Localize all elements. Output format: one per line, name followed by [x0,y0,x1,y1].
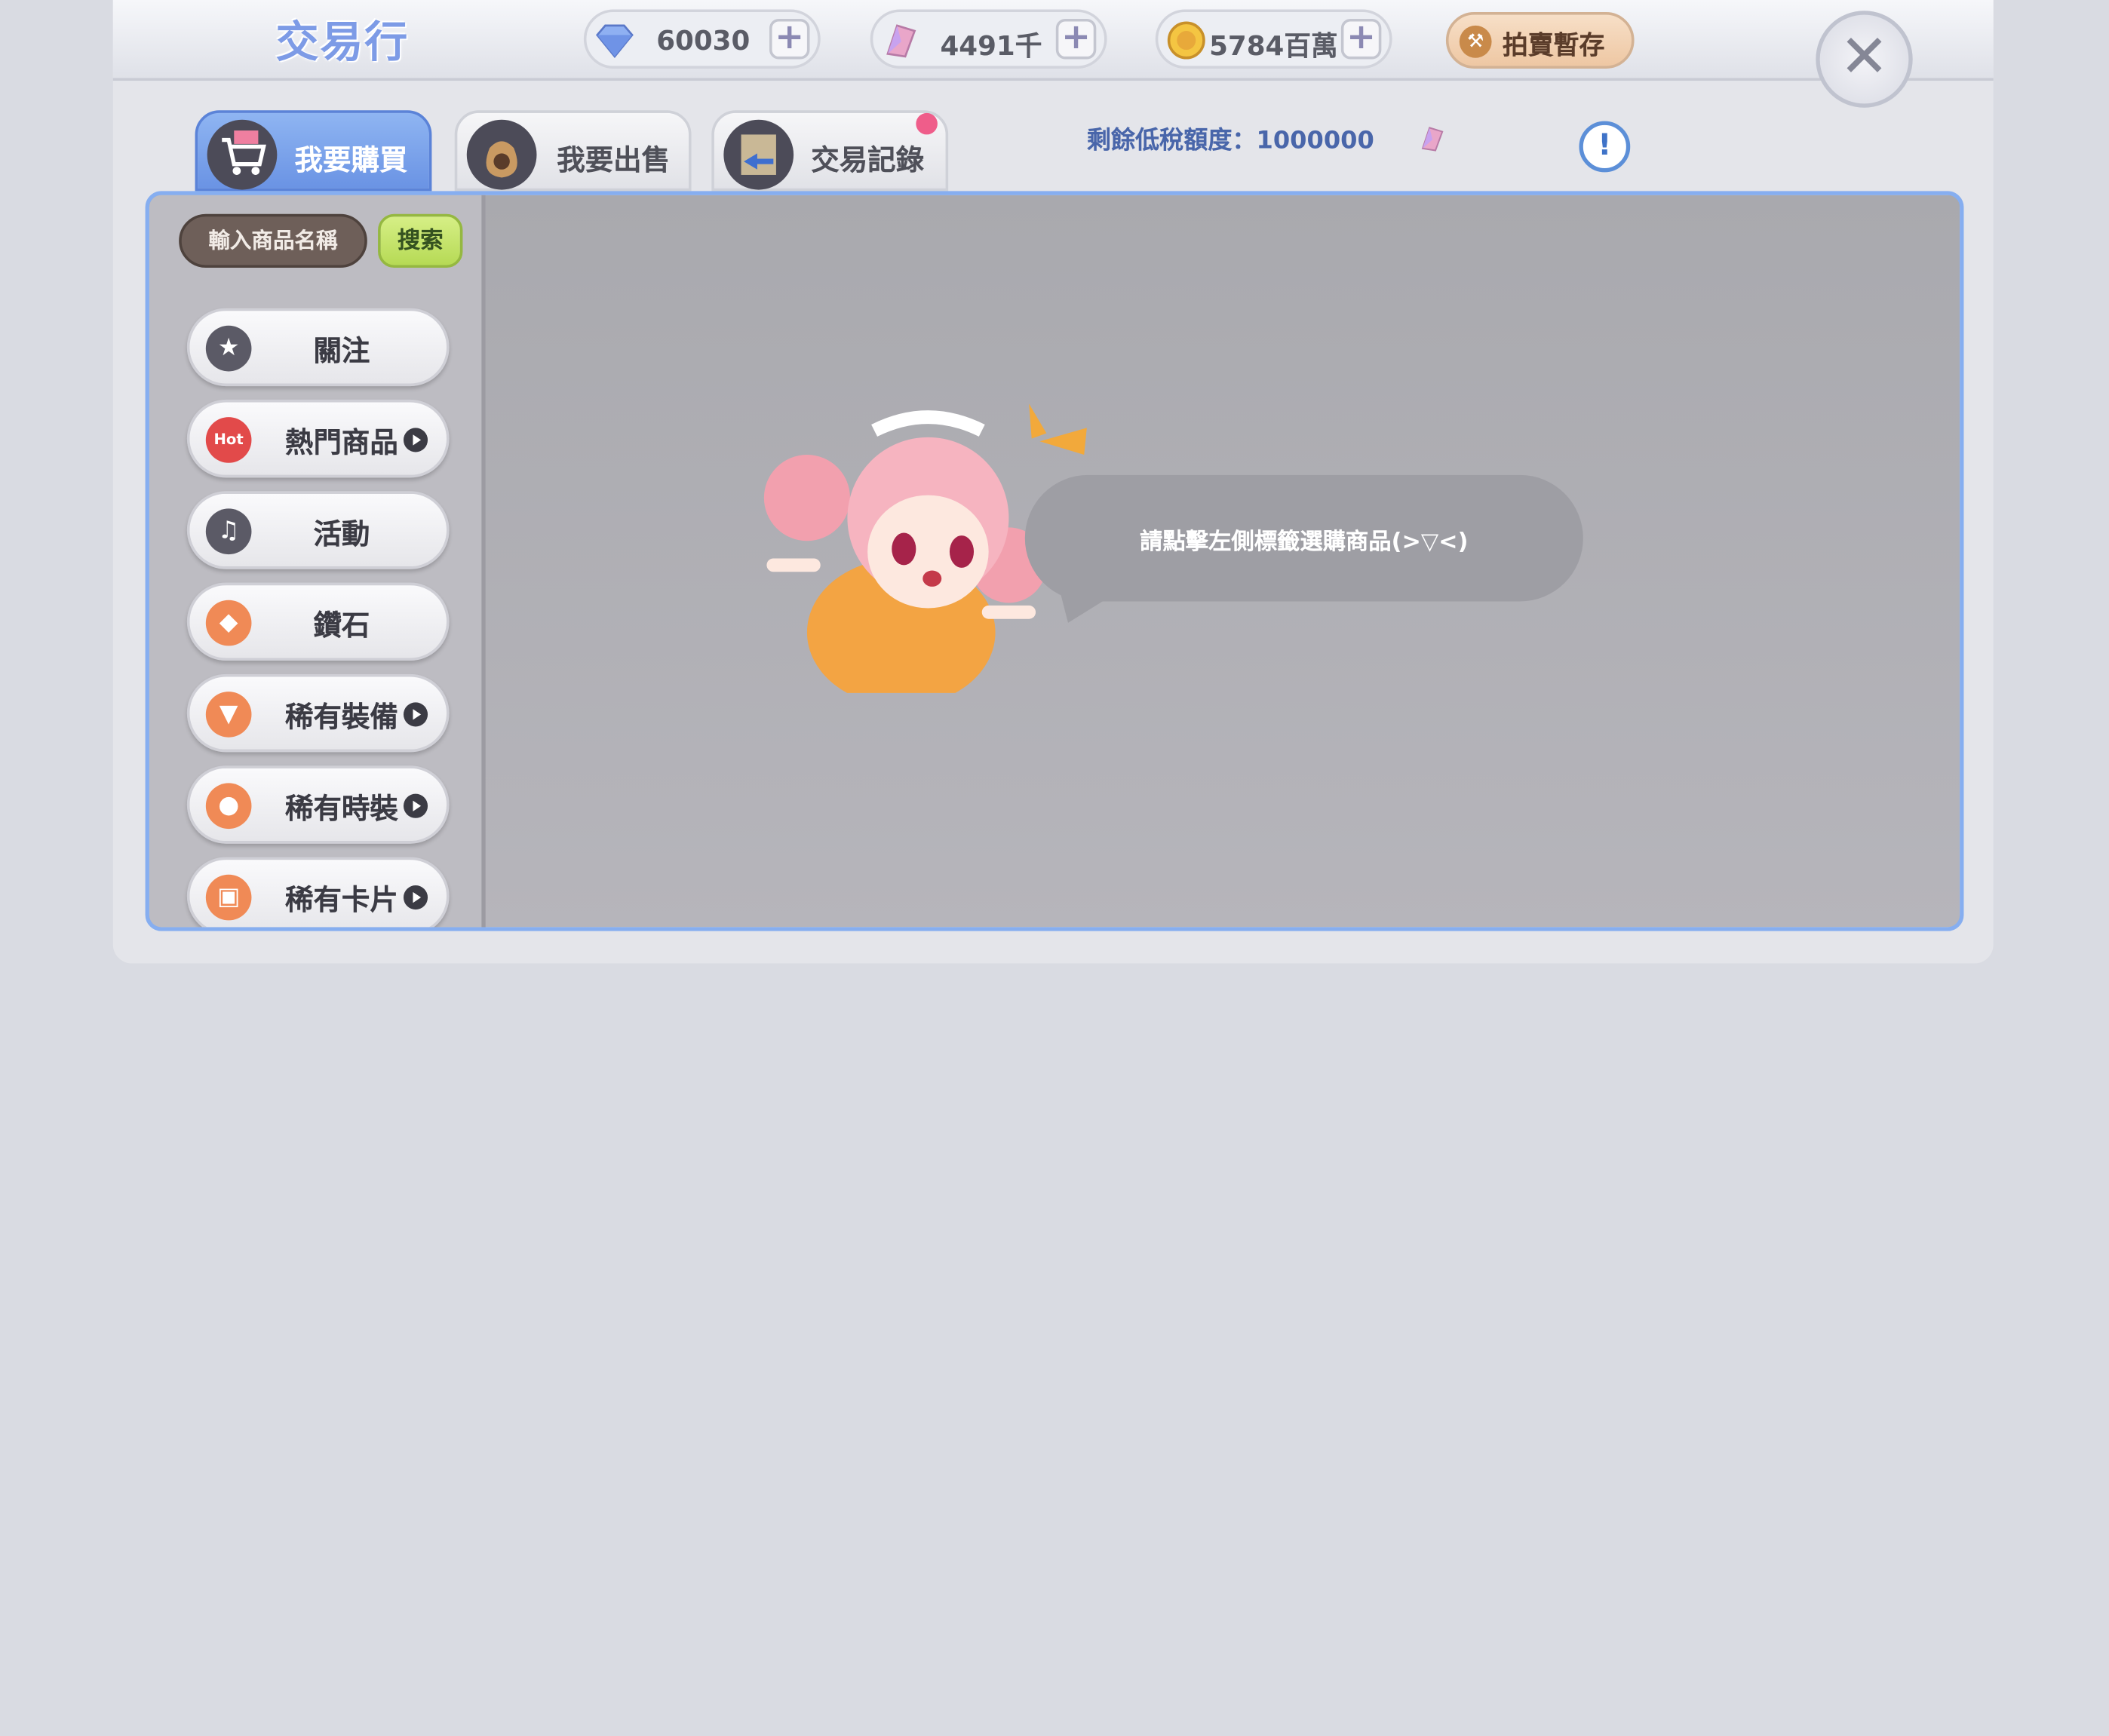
category-label: 稀有裝備 [285,701,398,734]
currency-zeny: 5784百萬 + [1155,9,1392,69]
exclamation-icon: ! [1598,129,1612,163]
crystal-amount: 4491千 [940,29,1042,63]
bell-icon: ♫ [205,508,252,555]
money-bag-icon [466,119,537,190]
crystal-wing-icon [1421,127,1444,152]
notification-badge [916,112,938,135]
tax-quota: 剩餘低稅額度：1000000 [1086,126,1374,155]
category-label: 活動 [313,517,370,551]
add-crystal-button[interactable]: + [1055,18,1097,60]
crystal-wing-icon [886,24,916,58]
tab-buy-label: 我要購買 [294,143,408,176]
category-label: 稀有卡片 [285,884,398,917]
cart-icon [207,119,278,190]
currency-crystal: 4491千 + [870,9,1107,69]
category-label: 稀有時裝 [285,792,398,825]
currency-diamond: 60030 + [583,9,821,69]
zeny-amount: 5784百萬 [1209,29,1338,63]
search-input[interactable]: 輸入商品名稱 [179,213,367,268]
diamond-amount: 60030 [656,24,751,57]
hammer-icon: ⚒ [1459,25,1492,58]
category-rare-equipment[interactable]: ▼ 稀有裝備 [186,673,450,753]
hot-icon: Hot [205,417,252,463]
category-hot[interactable]: Hot 熱門商品 [186,399,450,478]
diamond-icon [595,24,634,59]
card-icon: ▣ [205,874,252,921]
add-diamond-button[interactable]: + [769,18,810,60]
category-sidebar: 輸入商品名稱 搜索 ★ 關注 Hot 熱門商品 ♫ 活動 ◆ 鑽石 ▼ 稀有裝備 [149,195,486,928]
chevron-right-icon [403,793,428,818]
tab-sell-label: 我要出售 [557,143,671,176]
category-label: 熱門商品 [285,426,398,459]
category-event[interactable]: ♫ 活動 [186,491,450,569]
auction-storage-label: 拍賣暫存 [1502,31,1605,61]
tab-buy[interactable]: 我要購買 [195,110,432,192]
gem-icon: ◆ [205,600,252,646]
star-icon: ★ [205,325,252,372]
add-zeny-button[interactable]: + [1340,18,1382,60]
hat-icon: ● [205,783,252,830]
trading-window: 交易行 60030 + 4491千 + 5784百萬 + ⚒ 拍賣暫存 ✕ 我要… [0,0,2109,1736]
category-diamond[interactable]: ◆ 鑽石 [186,582,450,661]
category-rare-costume[interactable]: ● 稀有時裝 [186,765,450,844]
tab-history[interactable]: 交易記錄 [711,110,949,192]
tab-history-label: 交易記錄 [811,143,925,176]
category-label: 鑽石 [313,609,370,643]
chevron-right-icon [403,885,428,910]
hint-speech-bubble: 請點擊左側標籤選購商品(>▽<) [1024,474,1583,633]
close-icon: ✕ [1839,23,1890,92]
category-rare-card[interactable]: ▣ 稀有卡片 [186,857,450,928]
auction-storage-button[interactable]: ⚒ 拍賣暫存 [1445,12,1635,69]
search-button[interactable]: 搜索 [378,213,463,268]
info-button[interactable]: ! [1579,121,1631,173]
category-follow[interactable]: ★ 關注 [186,308,450,387]
close-button[interactable]: ✕ [1816,11,1913,108]
chevron-right-icon [403,702,428,727]
zeny-coin-icon [1167,21,1205,60]
empty-hint-text: 請點擊左側標籤選購商品(>▽<) [1140,529,1469,556]
tab-sell[interactable]: 我要出售 [454,110,692,192]
chevron-right-icon [403,428,428,452]
category-label: 關注 [313,335,370,368]
shirt-icon: ▼ [205,692,252,738]
ledger-icon [723,119,794,190]
page-title: 交易行 [275,16,410,68]
